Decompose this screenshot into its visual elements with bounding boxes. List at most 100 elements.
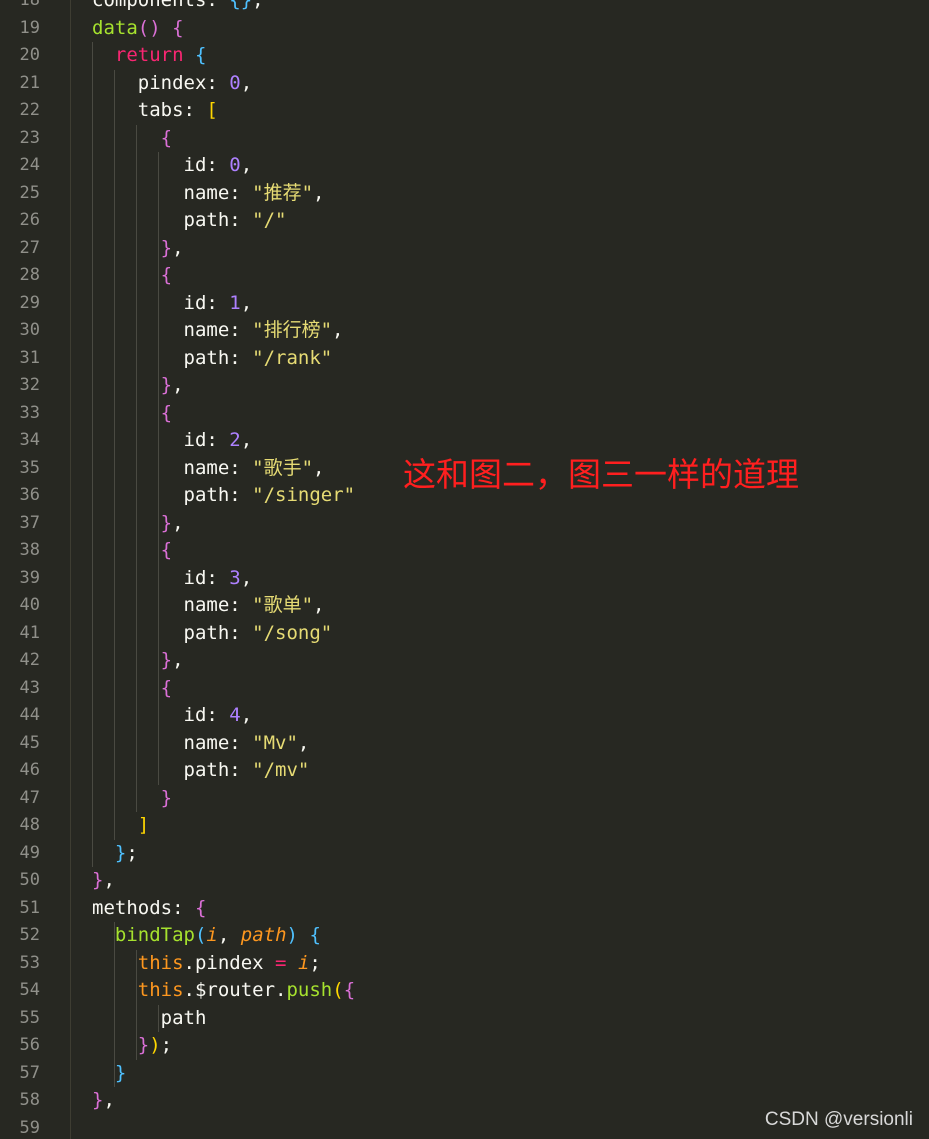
code-token: ,	[103, 1089, 115, 1111]
code-line: name: "Mv",	[92, 730, 310, 758]
line-number: 29	[19, 292, 40, 313]
code-token: 3	[229, 566, 241, 589]
line-number: 36	[19, 485, 40, 505]
code-line: path: "/singer"	[92, 482, 356, 510]
code-token: ;	[160, 1034, 173, 1056]
code-token: }	[92, 1089, 104, 1111]
code-token: "Mv"	[252, 731, 298, 754]
code-token: {	[160, 539, 173, 561]
code-line: pindex: 0,	[92, 70, 252, 98]
code-line: return {	[92, 42, 207, 70]
code-line: };	[92, 840, 138, 868]
code-editor[interactable]: 18 19 20 21 22 23 24 25 26 27 28 29 30 31 32 33 34 35 36 37…	[0, 0, 929, 1139]
code-token: "歌手"	[252, 456, 314, 479]
code-token: ()	[137, 16, 173, 39]
line-number: 43	[19, 677, 40, 698]
line-number: 18	[19, 0, 40, 10]
code-line: name: "推荐",	[92, 180, 325, 208]
line-number: 45	[19, 732, 40, 753]
code-token: pindex:	[92, 71, 230, 94]
code-token: )	[286, 924, 298, 946]
line-number: 44	[19, 705, 40, 725]
code-line: }	[92, 1060, 126, 1088]
code-line: this.pindex = i;	[92, 950, 321, 978]
code-token: name:	[92, 319, 253, 341]
code-token: "/mv"	[252, 759, 310, 781]
code-token: )	[149, 1034, 161, 1056]
line-number: 51	[19, 897, 40, 918]
line-number: 55	[19, 1007, 40, 1028]
code-token: {	[160, 126, 173, 149]
code-token: id:	[92, 566, 230, 589]
code-token: name:	[92, 456, 253, 479]
code-token: this	[137, 979, 184, 1001]
line-number: 46	[19, 760, 40, 780]
code-token: "/singer"	[252, 484, 356, 506]
code-token: {	[160, 264, 173, 286]
code-line: path	[92, 1005, 207, 1033]
line-number: 24	[19, 155, 40, 175]
annotation-text: 这和图二，图三一样的道理	[403, 455, 799, 494]
code-token: path:	[92, 759, 253, 781]
code-line: {	[92, 125, 172, 153]
code-token: path	[92, 1006, 207, 1029]
code-line: {	[92, 262, 172, 290]
code-token: }	[160, 374, 173, 396]
watermark: CSDN @versionli	[764, 1109, 913, 1130]
code-token: (	[332, 979, 344, 1001]
code-line: id: 4,	[92, 702, 253, 730]
code-line: {	[92, 537, 172, 565]
line-number: 31	[19, 347, 40, 368]
code-line: path: "/"	[92, 207, 287, 235]
code-token: ,	[240, 704, 253, 726]
code-token: {	[160, 676, 173, 699]
line-number: 48	[19, 815, 40, 835]
code-token: return	[114, 44, 184, 66]
line-number: 23	[19, 127, 40, 148]
line-number: 52	[19, 925, 40, 945]
code-line: },	[92, 647, 184, 675]
code-token: "/rank"	[252, 346, 333, 369]
code-token: id:	[92, 704, 230, 726]
code-token: path:	[92, 209, 253, 231]
code-line: {	[92, 675, 172, 703]
code-token: }	[160, 649, 173, 671]
line-number: 59	[19, 1117, 40, 1138]
code-token: =	[275, 951, 287, 974]
code-token: ,	[313, 181, 325, 204]
code-line: id: 1,	[92, 290, 253, 318]
line-number: 38	[19, 540, 40, 560]
code-token: ,	[240, 154, 253, 176]
code-token: ,	[332, 319, 344, 341]
line-number: 56	[19, 1035, 40, 1055]
line-number: 40	[19, 595, 40, 615]
code-line: path: "/rank"	[92, 345, 333, 373]
code-line: data() {	[92, 15, 184, 43]
line-number: 37	[19, 512, 40, 533]
line-number: 33	[19, 402, 40, 423]
code-token: ,	[172, 649, 184, 671]
line-number-gutter: 18 19 20 21 22 23 24 25 26 27 28 29 30 31 32 33 34 35 36 37…	[0, 0, 71, 1139]
line-number: 49	[19, 842, 40, 863]
code-token: path:	[92, 484, 253, 506]
line-number: 47	[19, 787, 40, 808]
code-token: {	[172, 16, 184, 39]
code-token: ,	[252, 0, 264, 11]
code-token: }	[92, 869, 104, 891]
code-token: {}	[229, 0, 253, 11]
code-token: this	[137, 951, 184, 974]
code-token: push	[286, 979, 333, 1001]
code-line: id: 2,	[92, 427, 253, 455]
code-token: bindTap	[114, 924, 195, 946]
code-token: id:	[92, 429, 230, 451]
line-number: 57	[19, 1062, 40, 1083]
